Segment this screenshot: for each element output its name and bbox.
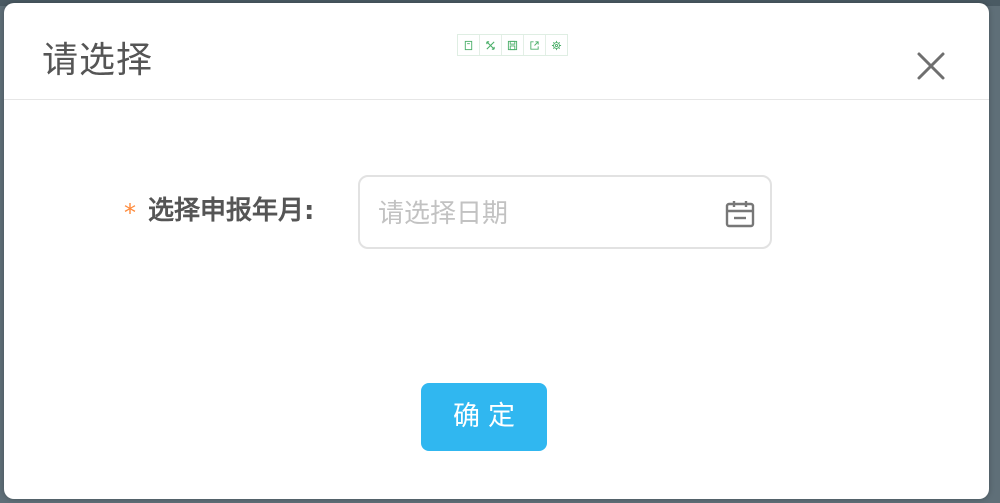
dialog-toolbar [457,34,568,56]
date-placeholder: 请选择日期 [378,199,509,229]
declaration-month-label: 选择申报年月: [148,196,315,226]
date-picker-input[interactable]: 请选择日期 [358,175,772,249]
bookmark-icon[interactable] [458,35,480,55]
calendar-icon[interactable] [724,199,756,229]
required-mark: * [124,199,136,227]
dialog-header: 请选择 [4,3,989,100]
settings-icon[interactable] [546,35,567,55]
save-icon[interactable] [502,35,524,55]
confirm-button[interactable]: 确定 [421,383,547,451]
dialog-title: 请选择 [42,40,154,81]
close-icon[interactable] [913,48,949,84]
select-date-dialog: 请选择 * 选择申报年月: 请选择日期 确定 [4,3,989,499]
share-icon[interactable] [524,35,546,55]
declaration-month-row: * 选择申报年月: 请选择日期 [4,175,989,251]
expand-icon[interactable] [480,35,502,55]
